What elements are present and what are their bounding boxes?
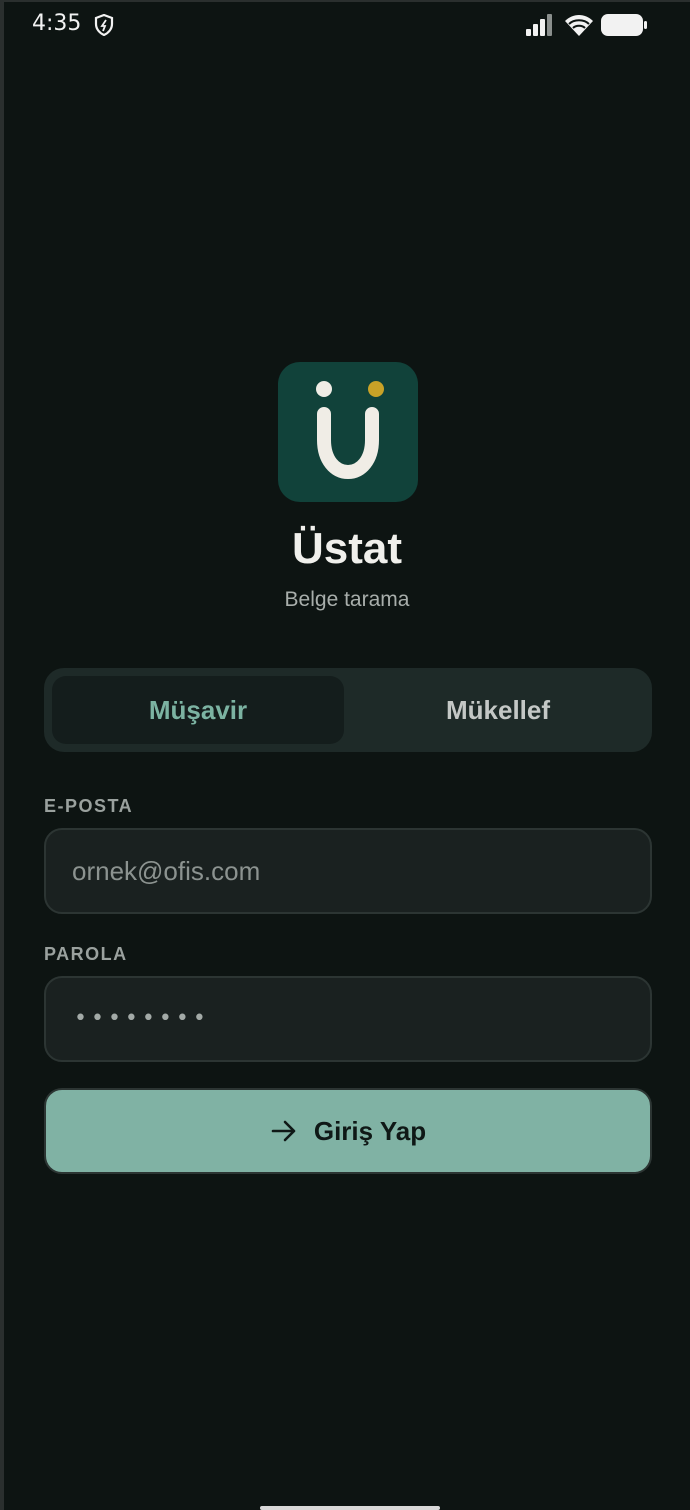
email-field[interactable] [46,830,650,912]
app-logo [278,362,418,502]
shield-icon [94,14,114,36]
login-button[interactable]: Giriş Yap [44,1088,652,1174]
password-field[interactable]: •••••••• [44,976,652,1062]
signal-icon [526,14,552,36]
email-label: E-POSTA [44,796,134,816]
tab-mukellef[interactable]: Mükellef [352,676,644,744]
tab-musavir[interactable]: Müşavir [52,676,344,744]
u-logo-icon [316,381,384,480]
status-bar: 4:35 [4,2,690,52]
app-title: Üstat [291,524,403,573]
home-indicator [260,1506,440,1510]
app-subtitle: Belge tarama [284,588,410,611]
password-value: •••••••• [74,1006,210,1031]
role-segmented-control: Müşavir Mükellef [44,668,652,752]
arrow-right-icon [271,1120,296,1142]
password-label: PAROLA [44,944,128,964]
battery-icon [601,14,647,36]
wifi-icon [565,15,593,36]
email-field-box [44,828,652,914]
login-button-label: Giriş Yap [313,1115,427,1146]
status-time: 4:35 [32,11,82,36]
login-screen: 4:35 Üstat Belge tarama Müşavir Mükellef… [0,0,690,1510]
